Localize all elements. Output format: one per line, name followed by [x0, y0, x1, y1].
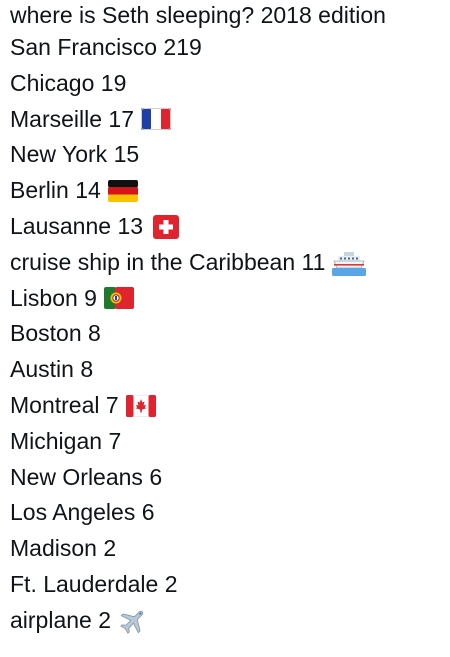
- list-item: Lausanne 13: [10, 209, 440, 245]
- nights: 6: [149, 463, 163, 490]
- nights: 8: [88, 320, 101, 347]
- place: Ft. Lauderdale: [10, 570, 159, 597]
- nights: 11: [301, 248, 326, 275]
- list-item: Los Angeles 6: [10, 495, 440, 531]
- nights: 2: [164, 570, 178, 597]
- nights: 13: [117, 212, 144, 239]
- nights: 2: [103, 535, 117, 562]
- place: San Francisco: [10, 34, 158, 60]
- place: Chicago: [10, 69, 95, 96]
- place: airplane: [10, 606, 92, 633]
- list-item: Berlin 14: [10, 173, 440, 209]
- place: Lisbon: [10, 284, 78, 311]
- nights: 6: [141, 499, 155, 526]
- nights: 14: [75, 177, 101, 204]
- list-item: cruise ship in the Caribbean 11: [10, 245, 440, 281]
- place: Los Angeles: [10, 499, 136, 526]
- nights: 7: [105, 391, 119, 418]
- tweet-text: where is Seth sleeping? 2018 edition San…: [0, 0, 450, 639]
- nights: 9: [84, 284, 97, 311]
- list-item: Austin 8: [10, 352, 440, 388]
- place: New York: [10, 141, 108, 168]
- list-item: Lisbon 9: [10, 281, 440, 317]
- list-item: Montreal 7: [10, 388, 440, 424]
- ship-icon: [332, 251, 367, 276]
- list-item: Michigan 7: [10, 424, 440, 460]
- france-flag-icon: [141, 108, 172, 131]
- nights: 7: [108, 427, 122, 454]
- place: Berlin: [10, 177, 69, 204]
- portugal-flag-icon: [103, 287, 134, 310]
- title: where is Seth sleeping? 2018 edition: [10, 0, 440, 30]
- nights: 8: [80, 356, 94, 383]
- airplane-icon: [120, 610, 144, 634]
- place: Montreal: [10, 391, 100, 418]
- list-item: New Orleans 6: [10, 460, 440, 496]
- list-item: Boston 8: [10, 316, 440, 352]
- nights: 2: [98, 606, 112, 633]
- title-text: where is Seth sleeping? 2018 edition: [10, 2, 386, 28]
- nights: 19: [100, 69, 127, 96]
- place: Marseille: [10, 105, 103, 132]
- canada-flag-icon: [125, 394, 156, 417]
- nights: 17: [108, 105, 135, 132]
- nights: 15: [113, 141, 140, 168]
- list-item: New York 15: [10, 137, 440, 173]
- place: Austin: [10, 356, 74, 383]
- place: Michigan: [10, 427, 103, 454]
- place: Lausanne: [10, 212, 112, 239]
- place: Boston: [10, 320, 82, 347]
- place: New Orleans: [10, 463, 143, 490]
- list-item: Marseille 17: [10, 102, 440, 138]
- germany-flag-icon: [107, 180, 138, 203]
- list-item: Chicago 19: [10, 66, 440, 102]
- list-item: Ft. Lauderdale 2: [10, 567, 440, 603]
- list-item: Madison 2: [10, 531, 440, 567]
- place: Madison: [10, 535, 97, 562]
- list-item: San Francisco 219: [10, 30, 440, 66]
- place: cruise ship in the Caribbean: [10, 248, 296, 275]
- list-item: airplane 2: [10, 603, 440, 639]
- nights: 219: [163, 34, 202, 60]
- switzerland-flag-icon: [153, 214, 180, 239]
